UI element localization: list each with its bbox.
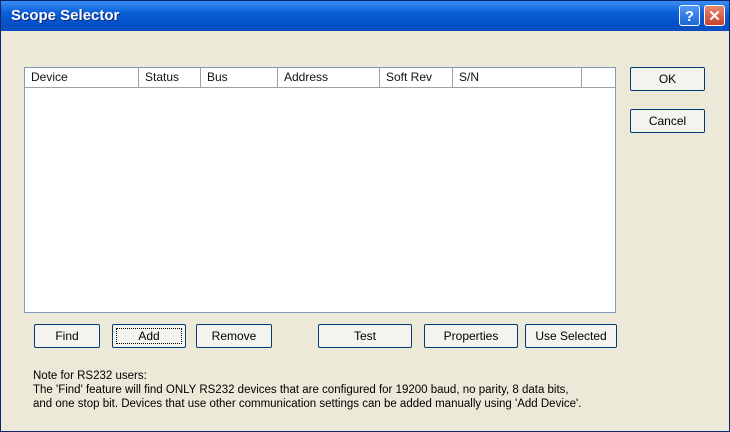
- column-header-device[interactable]: Device: [25, 68, 139, 87]
- scope-selector-dialog: Scope Selector ? ✕ Device Status Bus Add…: [0, 0, 730, 432]
- test-button[interactable]: Test: [318, 324, 412, 348]
- note-line-1: The 'Find' feature will find ONLY RS232 …: [33, 384, 569, 396]
- add-button[interactable]: Add: [112, 324, 186, 348]
- ok-button[interactable]: OK: [630, 67, 705, 91]
- help-icon[interactable]: ?: [679, 5, 700, 26]
- column-header-soft-rev[interactable]: Soft Rev: [380, 68, 453, 87]
- find-button[interactable]: Find: [34, 324, 100, 348]
- remove-button[interactable]: Remove: [196, 324, 272, 348]
- note-heading: Note for RS232 users:: [33, 370, 147, 382]
- note-line-2: and one stop bit. Devices that use other…: [33, 398, 582, 410]
- dialog-title: Scope Selector: [11, 7, 120, 24]
- column-header-status[interactable]: Status: [139, 68, 201, 87]
- column-header-sn[interactable]: S/N: [453, 68, 582, 87]
- use-selected-button[interactable]: Use Selected: [525, 324, 617, 348]
- device-list[interactable]: Device Status Bus Address Soft Rev S/N: [24, 67, 616, 313]
- column-header-address[interactable]: Address: [278, 68, 380, 87]
- cancel-button[interactable]: Cancel: [630, 109, 705, 133]
- column-header-extra[interactable]: [582, 68, 615, 87]
- column-header-bus[interactable]: Bus: [201, 68, 278, 87]
- properties-button[interactable]: Properties: [424, 324, 518, 348]
- device-list-header: Device Status Bus Address Soft Rev S/N: [25, 68, 615, 88]
- close-icon[interactable]: ✕: [704, 5, 725, 26]
- rs232-note: Note for RS232 users: The 'Find' feature…: [33, 369, 723, 411]
- title-bar[interactable]: Scope Selector ? ✕: [1, 1, 729, 31]
